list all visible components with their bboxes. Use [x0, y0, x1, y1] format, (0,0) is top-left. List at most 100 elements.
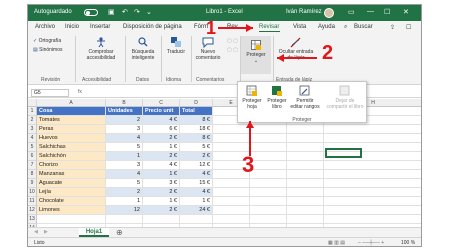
comprobar-accesibilidad-button[interactable]: Comprobar accesibilidad — [80, 36, 122, 61]
table-cell[interactable]: Huevos — [37, 134, 106, 143]
fx-icon[interactable]: fx — [78, 89, 82, 95]
row-header[interactable]: 13 — [28, 215, 37, 224]
tab-buscar[interactable]: Buscar — [354, 24, 373, 30]
row-header[interactable]: 12 — [28, 206, 37, 215]
customize-icon[interactable]: ⌄ — [146, 9, 152, 16]
grid-cell[interactable] — [287, 125, 324, 134]
table-header-cell[interactable]: Precio unit — [143, 107, 180, 116]
grid-cell[interactable] — [287, 170, 324, 179]
comments-icon[interactable]: ☐ — [406, 24, 411, 31]
grid-cell[interactable] — [250, 125, 287, 134]
grid-cell[interactable] — [324, 206, 421, 215]
tab-vista[interactable]: Vista — [293, 24, 306, 30]
tab-insertar[interactable]: Insertar — [90, 24, 110, 30]
grid-cell[interactable] — [250, 197, 287, 206]
proteger-button[interactable]: Proteger ⌄ — [241, 36, 271, 74]
grid-cell[interactable] — [324, 188, 421, 197]
grid-cell[interactable] — [324, 197, 421, 206]
maximize-icon[interactable]: ☐ — [384, 8, 390, 16]
grid-cell[interactable] — [213, 179, 250, 188]
table-cell[interactable]: 2 € — [143, 134, 180, 143]
grid-cell[interactable] — [287, 143, 324, 152]
table-cell[interactable]: 8 € — [180, 134, 213, 143]
grid-cell[interactable] — [213, 134, 250, 143]
table-cell[interactable]: 1 € — [143, 170, 180, 179]
table-cell[interactable]: 1 — [106, 152, 143, 161]
grid-cell[interactable] — [324, 134, 421, 143]
table-cell[interactable]: 1 € — [180, 197, 213, 206]
table-cell[interactable]: 3 — [106, 125, 143, 134]
name-box[interactable]: G5 — [31, 89, 69, 97]
grid-cell[interactable] — [287, 206, 324, 215]
close-icon[interactable]: ✕ — [403, 8, 409, 16]
table-cell[interactable]: Manzanas — [37, 170, 106, 179]
grid-cell[interactable] — [106, 215, 143, 224]
grid-cell[interactable] — [324, 179, 421, 188]
grid-cell[interactable] — [287, 134, 324, 143]
grid-cell[interactable] — [250, 161, 287, 170]
table-cell[interactable]: Lejía — [37, 188, 106, 197]
column-header[interactable]: B — [106, 99, 143, 107]
sheet-next-icon[interactable]: ▶ — [44, 229, 48, 235]
sinonimos-button[interactable]: ▤ Sinónimos — [33, 47, 62, 53]
table-cell[interactable]: 12 — [106, 206, 143, 215]
grid-cell[interactable] — [143, 215, 180, 224]
active-cell[interactable] — [325, 148, 362, 158]
grid-cell[interactable] — [324, 170, 421, 179]
table-cell[interactable]: 24 € — [180, 206, 213, 215]
table-cell[interactable]: Peras — [37, 125, 106, 134]
zoom-level[interactable]: 100 % — [401, 240, 415, 246]
avatar[interactable] — [324, 8, 334, 18]
ribbon-options-icon[interactable]: ▭ — [348, 8, 355, 16]
busqueda-inteligente-button[interactable]: Búsqueda inteligente — [127, 36, 159, 61]
row-header[interactable]: 7 — [28, 161, 37, 170]
table-cell[interactable]: 12 € — [180, 161, 213, 170]
grid-cell[interactable] — [250, 143, 287, 152]
grid-cell[interactable] — [250, 215, 287, 224]
table-cell[interactable]: Aguacate — [37, 179, 106, 188]
grid-cell[interactable] — [250, 152, 287, 161]
grid-cell[interactable] — [213, 188, 250, 197]
redo-icon[interactable]: ↷ — [134, 9, 140, 16]
zoom-slider[interactable]: – ──┼── + — [358, 240, 384, 246]
table-cell[interactable]: 15 € — [180, 179, 213, 188]
table-cell[interactable]: 2 € — [180, 152, 213, 161]
grid-cell[interactable] — [287, 161, 324, 170]
table-cell[interactable]: 4 € — [180, 188, 213, 197]
row-header[interactable]: 5 — [28, 143, 37, 152]
grid-cell[interactable] — [250, 206, 287, 215]
table-cell[interactable]: Tomates — [37, 116, 106, 125]
add-sheet-icon[interactable]: ⊕ — [116, 228, 123, 237]
row-header[interactable]: 4 — [28, 134, 37, 143]
column-header[interactable]: C — [143, 99, 180, 107]
grid-cell[interactable] — [213, 197, 250, 206]
grid-cell[interactable] — [324, 125, 421, 134]
grid-cell[interactable] — [287, 188, 324, 197]
tab-revisar[interactable]: Revisar — [259, 24, 279, 30]
row-header[interactable]: 2 — [28, 116, 37, 125]
row-header[interactable]: 1 — [28, 107, 37, 116]
table-cell[interactable]: 1 — [106, 197, 143, 206]
table-cell[interactable]: 4 € — [143, 161, 180, 170]
sheet-tab-hoja1[interactable]: Hoja1 — [79, 228, 109, 237]
tab-rev[interactable]: Rev — [227, 24, 238, 30]
grid-cell[interactable] — [287, 215, 324, 224]
tab-inicio[interactable]: Inicio — [65, 24, 79, 30]
row-header[interactable]: 11 — [28, 197, 37, 206]
undo-icon[interactable]: ↶ — [122, 9, 128, 16]
row-header[interactable]: 3 — [28, 125, 37, 134]
traducir-button[interactable]: Traducir — [163, 36, 189, 55]
table-cell[interactable]: 6 € — [143, 125, 180, 134]
table-header-cell[interactable]: Unidades — [106, 107, 143, 116]
table-cell[interactable]: 8 € — [180, 116, 213, 125]
minimize-icon[interactable]: — — [367, 8, 374, 15]
permitir-editar-rangos-button[interactable]: Permitir editar rangos — [290, 85, 320, 110]
table-cell[interactable]: 4 € — [143, 116, 180, 125]
grid-cell[interactable] — [287, 197, 324, 206]
table-cell[interactable]: Chocolate — [37, 197, 106, 206]
grid-cell[interactable] — [213, 143, 250, 152]
grid-cell[interactable] — [37, 215, 106, 224]
table-cell[interactable]: 3 € — [143, 179, 180, 188]
table-cell[interactable]: 4 — [106, 134, 143, 143]
select-all-corner[interactable] — [28, 99, 37, 107]
